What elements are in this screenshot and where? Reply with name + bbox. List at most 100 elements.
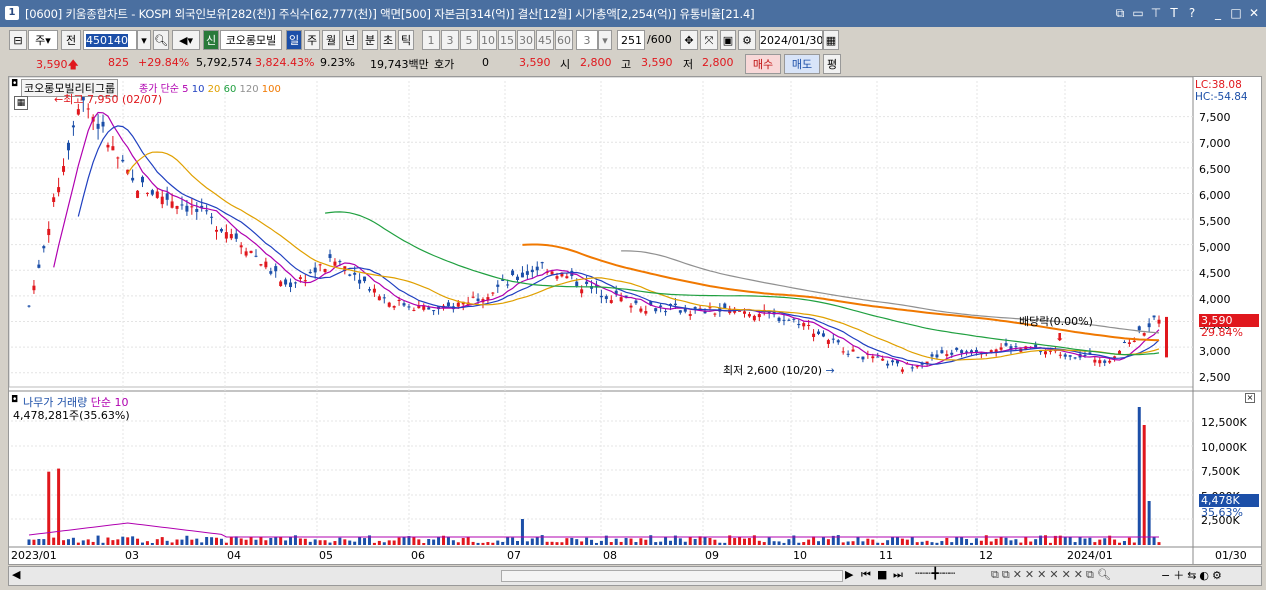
volume-bar [180,539,184,545]
volume-bar [303,538,307,545]
scroll-thumb[interactable] [501,570,843,582]
period-select[interactable]: 주▾ [28,30,58,50]
last-icon[interactable]: ⏭ [893,568,903,582]
eval-button[interactable]: 평 [823,54,841,74]
candle-body [27,305,31,307]
volume-bar [417,539,421,545]
speaker-icon[interactable]: ◀▾ [172,30,200,50]
stock-name[interactable]: 코오롱모빌 [220,30,282,50]
zoom-slider[interactable]: ┄┄┄╋┄┄┄ [915,567,955,580]
minute-15[interactable]: 15 [498,30,516,50]
chart-panel[interactable]: ◘ 코오롱모빌리티그룹 종가 단순 5 10 20 60 120 100 ▦ ←… [8,76,1262,565]
minute-60[interactable]: 60 [555,30,573,50]
candle-body [170,201,174,208]
calendar-icon[interactable]: ▦ [823,30,839,50]
candle-body [165,193,169,200]
tab-tick[interactable]: 틱 [398,30,414,50]
candle-body [106,144,110,148]
count-input[interactable]: 251 [617,30,645,50]
minute-3[interactable]: 3 [441,30,459,50]
volume-bar [32,539,36,545]
candle-body [348,274,352,276]
candle-body [491,292,495,294]
tab-week[interactable]: 주 [304,30,320,50]
zoom-controls-icon[interactable]: −＋⇆◐⚙ [1161,567,1225,583]
volume-bar [644,539,648,545]
code-input[interactable]: 450140 [83,30,137,50]
candle-body [688,314,692,316]
volume-bar [437,536,441,545]
tick-select[interactable]: 3 [576,30,598,50]
minute-30[interactable]: 30 [517,30,535,50]
title-bar: 1 [0600] 키움종합차트 - KOSPI 외국인보유[282(천)] 주식… [0,0,1266,27]
volume-bar [298,538,302,545]
volume-bar [57,468,61,545]
scroll-left-icon[interactable]: ◀ [12,568,20,581]
maximize-icon[interactable]: □ [1228,5,1244,21]
tab-minute[interactable]: 분 [362,30,378,50]
prev-button[interactable]: 전 [61,30,81,50]
app-icon[interactable]: 1 [5,6,19,20]
volume-bar [516,541,520,545]
candle-body [856,356,860,358]
table-icon[interactable]: ▦ [14,96,28,110]
tools-icon[interactable]: ✥ [680,30,698,50]
candle-body [210,216,214,218]
dock-icon[interactable]: ▭ [1130,5,1146,21]
candle-body [915,366,919,368]
volume-bar [634,542,638,545]
help-icon[interactable]: ? [1184,5,1200,21]
candle-body [224,232,228,239]
volume-bar [215,537,219,545]
minute-1[interactable]: 1 [422,30,440,50]
volume-bar [989,541,993,545]
volume-bar [1098,539,1102,545]
hc-value: HC:-54.84 [1195,91,1248,103]
candle-body [511,270,515,275]
tab-year[interactable]: 년 [342,30,358,50]
tab-month[interactable]: 월 [322,30,340,50]
candle-body [787,319,791,321]
minute-10[interactable]: 10 [479,30,497,50]
panel-close-icon[interactable]: × [1245,393,1255,403]
save-icon[interactable]: ▣ [720,30,736,50]
scroll-right-icon[interactable]: ▶ [845,568,853,581]
candle-body [1073,357,1077,359]
price-frame [9,77,1194,388]
candle-body [580,289,584,294]
tick-dropdown-icon[interactable]: ▾ [598,30,612,50]
pin-icon[interactable]: ⊤ [1148,5,1164,21]
tab-day[interactable]: 일 [286,30,302,50]
minute-5[interactable]: 5 [460,30,478,50]
first-icon[interactable]: ⏮ [861,568,871,582]
candle-body [195,208,199,212]
price-tick: 2,500 [1199,371,1231,384]
search-icon[interactable]: 🔍︎ [153,30,169,50]
font-icon[interactable]: T [1166,5,1182,21]
volume-bar [170,542,174,545]
restore-icon[interactable]: ⧉ [1112,5,1128,21]
x-label: 08 [603,549,617,562]
close-icon[interactable]: ✕ [1246,5,1262,21]
date-input[interactable]: 2024/01/30 [759,30,823,50]
candle-body [121,159,125,162]
settings-icon[interactable]: ⚙ [738,30,756,50]
minute-45[interactable]: 45 [536,30,554,50]
candle-body [930,354,934,357]
code-dropdown-icon[interactable]: ▾ [137,30,151,50]
volume-bar [244,539,248,545]
minimize-icon[interactable]: _ [1210,5,1226,21]
buy-button[interactable]: 매수 [745,54,781,74]
scroll-bar[interactable]: ◀ ▶ ⏮ ■ ⏭ ┄┄┄╋┄┄┄ ⧉⧉✕✕✕✕✕✕⧉🔍︎ −＋⇆◐⚙ [8,566,1262,586]
sell-button[interactable]: 매도 [784,54,820,74]
volume-bar [609,542,613,545]
crosshair-icon[interactable]: ⤧ [700,30,718,50]
stop-icon[interactable]: ■ [877,568,887,581]
volume-bar [550,541,554,545]
candle-body [37,264,41,268]
drawing-tools-icon[interactable]: ⧉⧉✕✕✕✕✕✕⧉🔍︎ [991,568,1114,582]
tab-second[interactable]: 초 [380,30,396,50]
volume-bar [856,537,860,545]
chart-menu-icon[interactable]: ⊟ [9,30,27,50]
candle-body [219,229,223,232]
